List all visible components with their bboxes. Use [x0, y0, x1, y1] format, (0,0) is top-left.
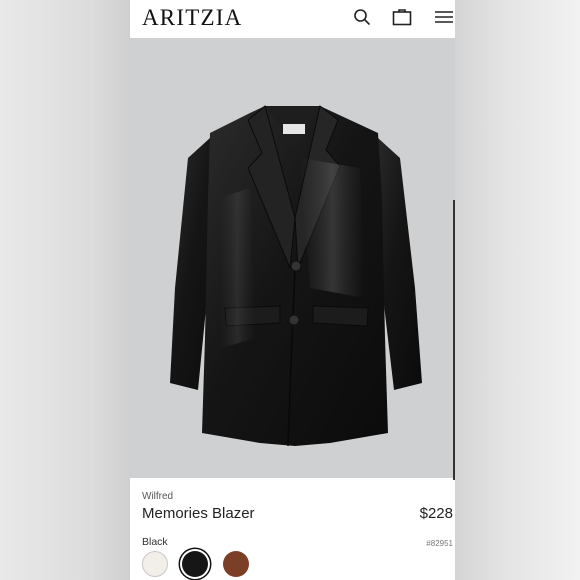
product-brand[interactable]: Wilfred: [142, 491, 173, 502]
color-swatch-black[interactable]: [182, 551, 208, 577]
color-swatch-brown[interactable]: [223, 551, 249, 577]
product-price: $228: [419, 505, 453, 522]
right-frame-margin: [455, 0, 580, 580]
brand-logo[interactable]: ARITZIA: [142, 5, 242, 31]
color-swatch-cream[interactable]: [142, 551, 168, 577]
product-name: Memories Blazer: [142, 505, 255, 522]
product-image[interactable]: [130, 38, 455, 478]
bag-icon[interactable]: [390, 6, 414, 28]
left-frame-margin: [0, 0, 130, 580]
menu-icon[interactable]: [432, 6, 455, 28]
selected-color-label: Black: [142, 536, 168, 548]
scrollbar[interactable]: [453, 200, 455, 480]
site-header: ARITZIA: [130, 0, 455, 38]
blazer-illustration: [170, 105, 422, 447]
product-page: ARITZIA Wilfred Memories Blazer $228 Bla…: [130, 0, 455, 580]
product-sku: #82951: [426, 539, 453, 548]
search-icon[interactable]: [350, 6, 374, 28]
